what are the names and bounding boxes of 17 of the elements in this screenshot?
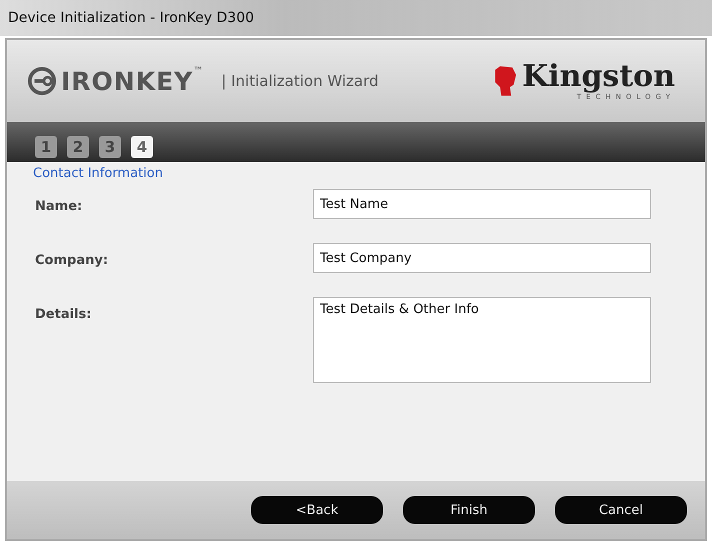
field-label: Name:	[34, 198, 84, 214]
window-title: Device Initialization - IronKey D300	[8, 10, 254, 26]
step-tab[interactable]: 4	[131, 136, 153, 158]
wizard-button[interactable]: <Back	[251, 496, 383, 524]
brand-name: IRONKEY	[61, 66, 194, 96]
field-label: Details:	[34, 306, 92, 322]
vendor-name: Kingston	[522, 62, 675, 92]
text-field[interactable]: Test Company	[313, 243, 651, 273]
wizard-button[interactable]: Cancel	[555, 496, 687, 524]
text-field[interactable]: Test Name	[313, 189, 651, 219]
section-title: Contact Information	[33, 166, 164, 181]
text-area[interactable]: Test Details & Other Info	[313, 297, 651, 383]
field-label: Company:	[34, 252, 110, 268]
wizard-button[interactable]: Finish	[403, 496, 535, 524]
wizard-subtitle: | Initialization Wizard	[221, 72, 379, 90]
trademark-mark: ™	[193, 66, 204, 77]
key-icon	[27, 66, 57, 96]
